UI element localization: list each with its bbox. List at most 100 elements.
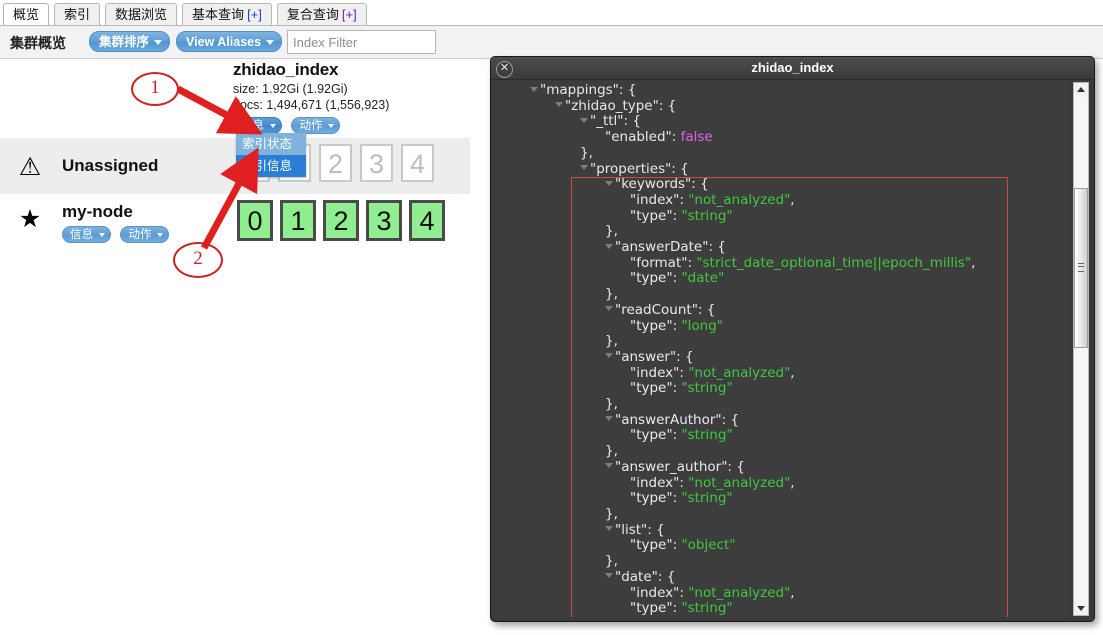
tab-label: 索引 [64,7,91,22]
tab-1[interactable]: 索引 [54,3,101,25]
json-line: "readCount": { [495,302,975,319]
collapse-triangle-icon[interactable] [605,463,613,469]
index-docs: docs: 1,494,671 (1,556,923) [233,98,390,112]
index-info-label: 信息 [241,120,264,132]
index-info-modal: zhidao_index ✕ "mappings": {"zhidao_type… [490,56,1095,622]
shard-box[interactable]: 3 [366,200,402,241]
node-action-button[interactable]: 动作 [120,226,170,243]
shard-box[interactable]: 2 [323,200,359,241]
json-line: "zhidao_type": { [495,98,975,115]
json-line: "index": "not_analyzed", [630,584,795,601]
tab-expand-link[interactable]: [+] [342,7,357,22]
json-line: }, [605,223,618,240]
json-line: "index": "not_analyzed", [630,474,795,491]
modal-title: zhidao_index [491,57,1094,80]
index-action-button[interactable]: 动作 [291,117,341,134]
json-line: "index": "not_analyzed", [630,364,795,381]
index-size: size: 1.92Gi (1.92Gi) [233,82,348,96]
shard-box[interactable]: 4 [409,200,445,241]
json-line: "properties": { [495,161,975,178]
collapse-triangle-icon[interactable] [605,573,613,579]
warning-icon: ⚠ [18,153,42,181]
shard-list-mynode: 01234 [237,200,452,241]
chevron-down-icon [157,233,164,237]
json-line: }, [605,553,618,570]
dropdown-item-index-status[interactable]: 索引状态 [236,133,306,155]
json-line: "type": "string" [630,207,733,224]
chevron-down-icon [328,124,335,128]
json-line: }, [605,286,618,303]
toolbar: 集群概览 集群排序 View Aliases [0,26,1103,59]
shard-box[interactable]: 4 [401,144,434,182]
index-filter-input[interactable] [287,30,436,54]
json-line: "enabled": false [605,129,713,146]
json-line: "type": "object" [630,537,736,554]
collapse-triangle-icon[interactable] [605,306,613,312]
scrollbar-thumb[interactable] [1074,188,1088,348]
index-action-label: 动作 [299,120,323,132]
json-line: "answer": { [495,349,975,366]
node-info-label: 信息 [70,229,93,241]
index-header: zhidao_index size: 1.92Gi (1.92Gi) docs:… [233,60,483,137]
collapse-triangle-icon[interactable] [555,102,563,108]
modal-json-viewer[interactable]: "mappings": {"zhidao_type": {"_ttl": {"e… [495,81,1069,617]
close-icon[interactable]: ✕ [496,61,513,78]
collapse-triangle-icon[interactable] [605,243,613,249]
node-info-button[interactable]: 信息 [62,226,111,243]
modal-vertical-scrollbar[interactable] [1073,82,1089,616]
index-info-button[interactable]: 信息 [233,117,282,134]
view-aliases-button[interactable]: View Aliases [176,31,283,52]
star-icon: ★ [18,205,42,233]
scroll-down-icon[interactable] [1074,601,1088,615]
json-line: }, [580,144,593,161]
shard-box[interactable]: 0 [237,200,273,241]
annotation-marker-2: 2 [173,242,223,278]
shard-box[interactable]: 1 [280,200,316,241]
tab-4[interactable]: 复合查询 [+] [276,3,367,25]
annotation-marker-1: 1 [131,72,179,106]
json-line: "answerAuthor": { [495,412,975,429]
json-line: "answer_author": { [495,459,975,476]
view-aliases-label: View Aliases [186,35,262,49]
chevron-down-icon [99,233,105,237]
tab-2[interactable]: 数据浏览 [105,3,178,25]
collapse-triangle-icon[interactable] [605,180,613,186]
collapse-triangle-icon[interactable] [605,416,613,422]
chevron-down-icon [266,40,275,45]
page-title: 集群概览 [10,35,66,51]
collapse-triangle-icon[interactable] [530,86,538,92]
shard-box[interactable]: 3 [360,144,393,182]
shard-box[interactable]: 2 [319,144,352,182]
json-content: "mappings": {"zhidao_type": {"_ttl": {"e… [495,81,975,617]
json-line: "type": "string" [630,380,733,397]
tab-label: 概览 [13,7,40,22]
node-action-label: 动作 [128,229,152,241]
json-line: "type": "string" [630,600,733,617]
dropdown-item-index-info[interactable]: 索引信息 [236,155,306,177]
json-line: }, [605,333,618,350]
collapse-triangle-icon[interactable] [605,526,613,532]
collapse-triangle-icon[interactable] [605,353,613,359]
tab-0[interactable]: 概览 [3,3,50,25]
collapse-triangle-icon[interactable] [580,117,588,123]
json-line: "type": "long" [630,317,723,334]
json-line: "index": "not_analyzed", [630,191,795,208]
collapse-triangle-icon[interactable] [580,165,588,171]
tab-expand-link[interactable]: [+] [247,7,262,22]
node-name-mynode: my-node [62,202,133,221]
scroll-up-icon[interactable] [1074,83,1088,97]
annotation-arrow-1 [176,85,263,135]
json-line: "list": { [495,522,975,539]
tab-3[interactable]: 基本查询 [+] [182,3,272,25]
json-line: "mappings": { [495,82,975,99]
json-line: "type": "string" [630,490,733,507]
json-line: "type": "string" [630,427,733,444]
json-line: "answerDate": { [495,239,975,256]
tab-bar: 概览 索引 数据浏览 基本查询 [+] 复合查询 [+] [0,0,1103,26]
cluster-sort-button[interactable]: 集群排序 [89,31,171,52]
index-name: zhidao_index [233,60,339,79]
chevron-down-icon [270,124,276,128]
json-line: "keywords": { [495,176,975,193]
tab-label: 基本查询 [192,7,245,22]
tab-label: 复合查询 [286,7,339,22]
